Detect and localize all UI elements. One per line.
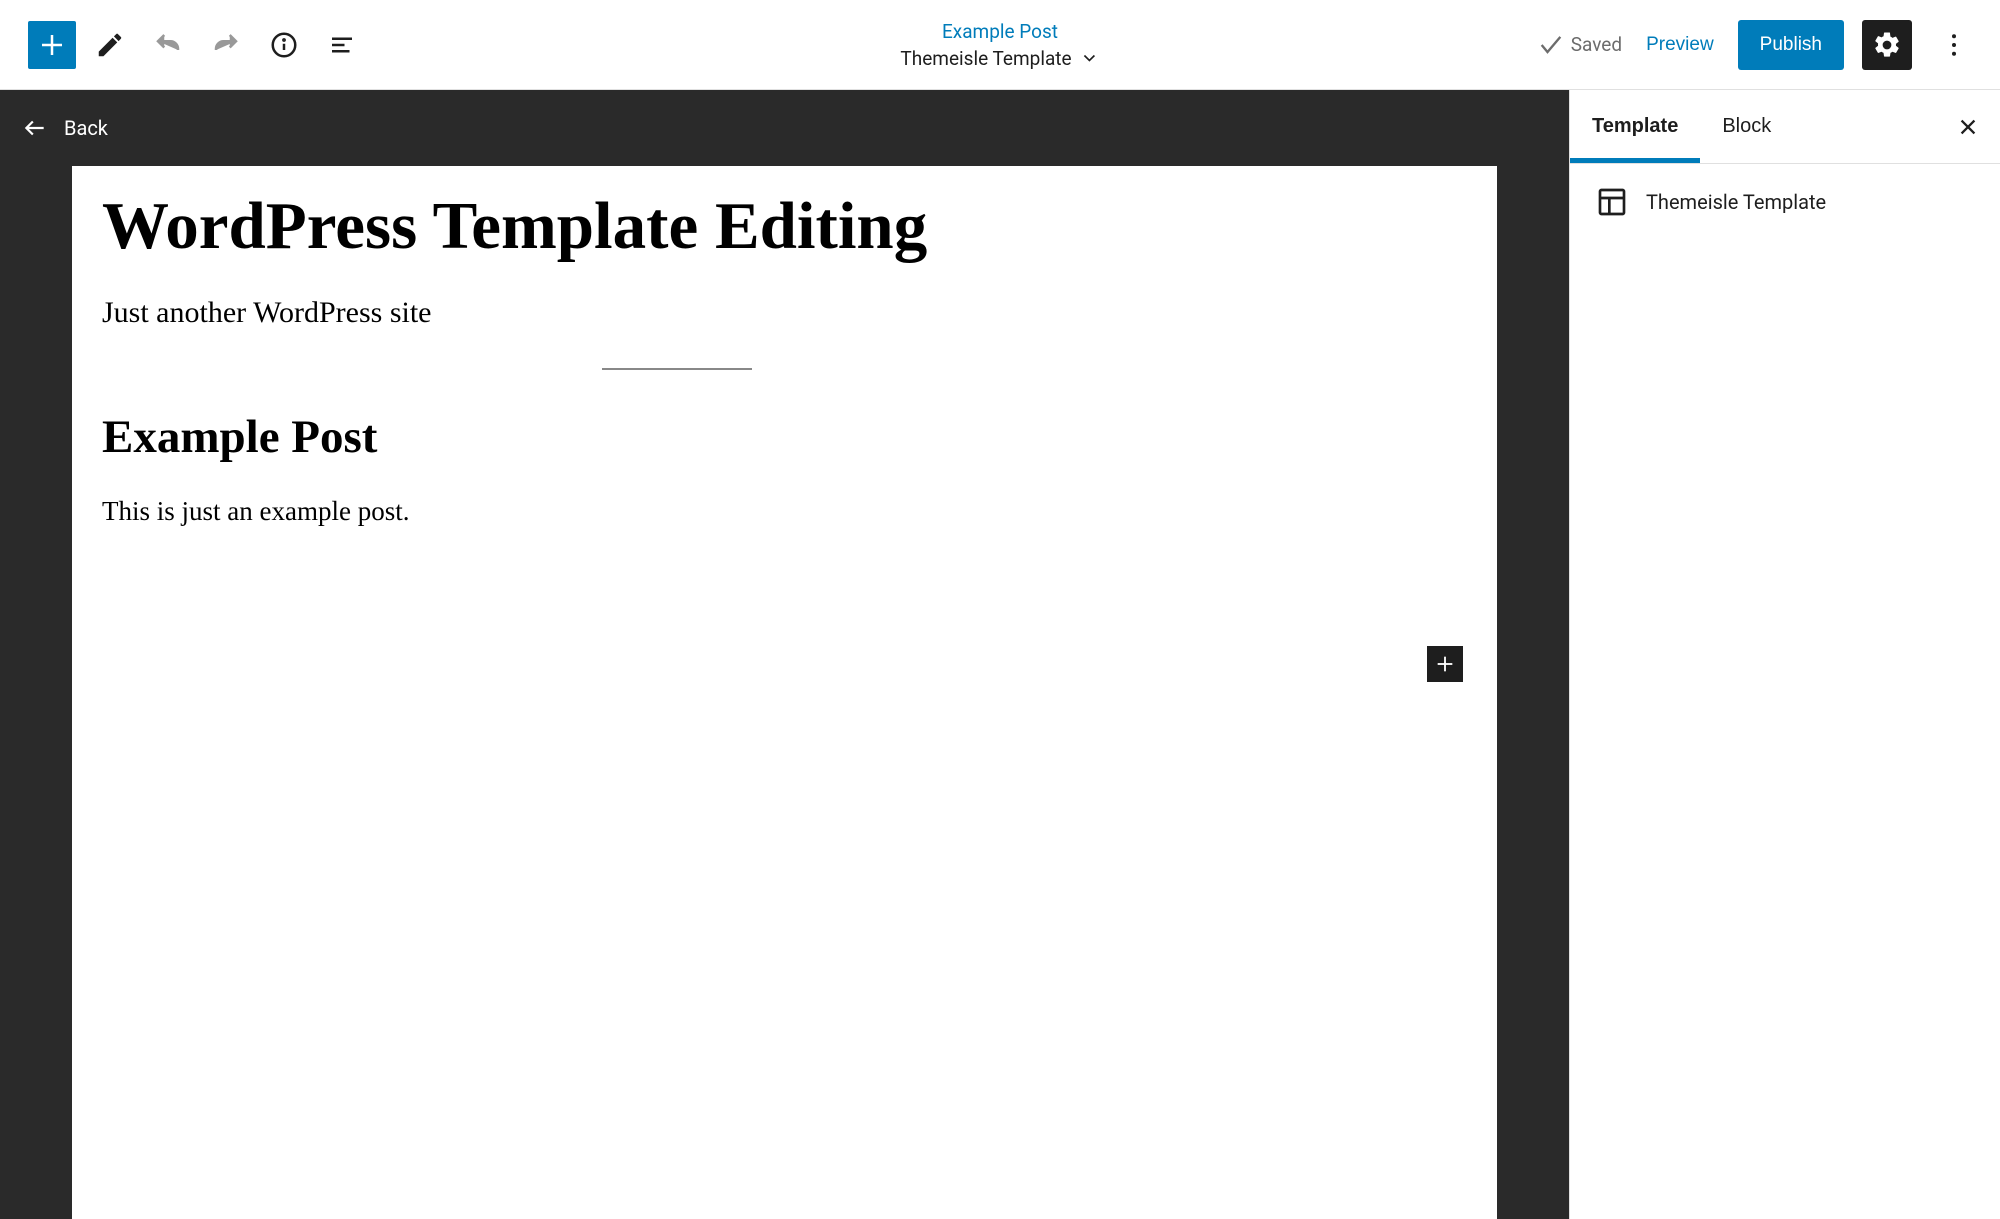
template-switcher-label: Themeisle Template (900, 47, 1071, 70)
close-sidebar-button[interactable] (1950, 109, 1986, 145)
settings-sidebar: Template Block Themeisle Template (1569, 90, 2000, 1219)
preview-button[interactable]: Preview (1640, 34, 1720, 56)
chevron-down-icon (1080, 48, 1100, 68)
publish-button[interactable]: Publish (1738, 20, 1844, 70)
list-view-button[interactable] (318, 21, 366, 69)
list-view-icon (327, 30, 357, 60)
canvas-wrapper: WordPress Template Editing Just another … (0, 166, 1569, 1219)
editor-area: Back WordPress Template Editing Just ano… (0, 90, 1569, 1219)
back-bar[interactable]: Back (0, 90, 1569, 166)
redo-icon (211, 30, 241, 60)
post-title-link[interactable]: Example Post (942, 20, 1058, 43)
undo-button[interactable] (144, 21, 192, 69)
toolbar-center: Example Post Themeisle Template (900, 20, 1099, 70)
undo-icon (153, 30, 183, 60)
pencil-icon (95, 30, 125, 60)
toolbar-left-group (28, 21, 366, 69)
editor-canvas[interactable]: WordPress Template Editing Just another … (72, 166, 1497, 1219)
tools-button[interactable] (86, 21, 134, 69)
more-vertical-icon (1939, 30, 1969, 60)
toolbar-right-group: Saved Preview Publish (1537, 20, 1978, 70)
tab-block[interactable]: Block (1700, 90, 1793, 163)
site-tagline[interactable]: Just another WordPress site (102, 296, 1467, 330)
add-block-button[interactable] (28, 21, 76, 69)
template-info-label: Themeisle Template (1646, 190, 1826, 214)
gear-icon (1872, 30, 1902, 60)
site-title[interactable]: WordPress Template Editing (102, 186, 1467, 266)
workspace: Back WordPress Template Editing Just ano… (0, 90, 2000, 1219)
redo-button[interactable] (202, 21, 250, 69)
plus-icon (1434, 653, 1456, 675)
arrow-left-icon (22, 115, 48, 141)
sidebar-tabs: Template Block (1570, 90, 2000, 164)
more-options-button[interactable] (1930, 21, 1978, 69)
post-body[interactable]: This is just an example post. (102, 496, 1467, 527)
check-icon (1537, 31, 1565, 59)
separator-block[interactable] (602, 368, 752, 370)
details-button[interactable] (260, 21, 308, 69)
close-icon (1957, 116, 1979, 138)
plus-icon (37, 30, 67, 60)
post-heading[interactable]: Example Post (102, 410, 1467, 464)
template-switcher[interactable]: Themeisle Template (900, 47, 1099, 70)
back-label: Back (64, 116, 108, 140)
template-info-row[interactable]: Themeisle Template (1570, 164, 2000, 240)
layout-icon (1596, 186, 1628, 218)
inline-add-block-button[interactable] (1427, 646, 1463, 682)
saved-label: Saved (1571, 33, 1622, 56)
top-toolbar: Example Post Themeisle Template Saved Pr… (0, 0, 2000, 90)
settings-button[interactable] (1862, 20, 1912, 70)
saved-indicator: Saved (1537, 31, 1622, 59)
info-icon (269, 30, 299, 60)
tab-template[interactable]: Template (1570, 90, 1700, 163)
